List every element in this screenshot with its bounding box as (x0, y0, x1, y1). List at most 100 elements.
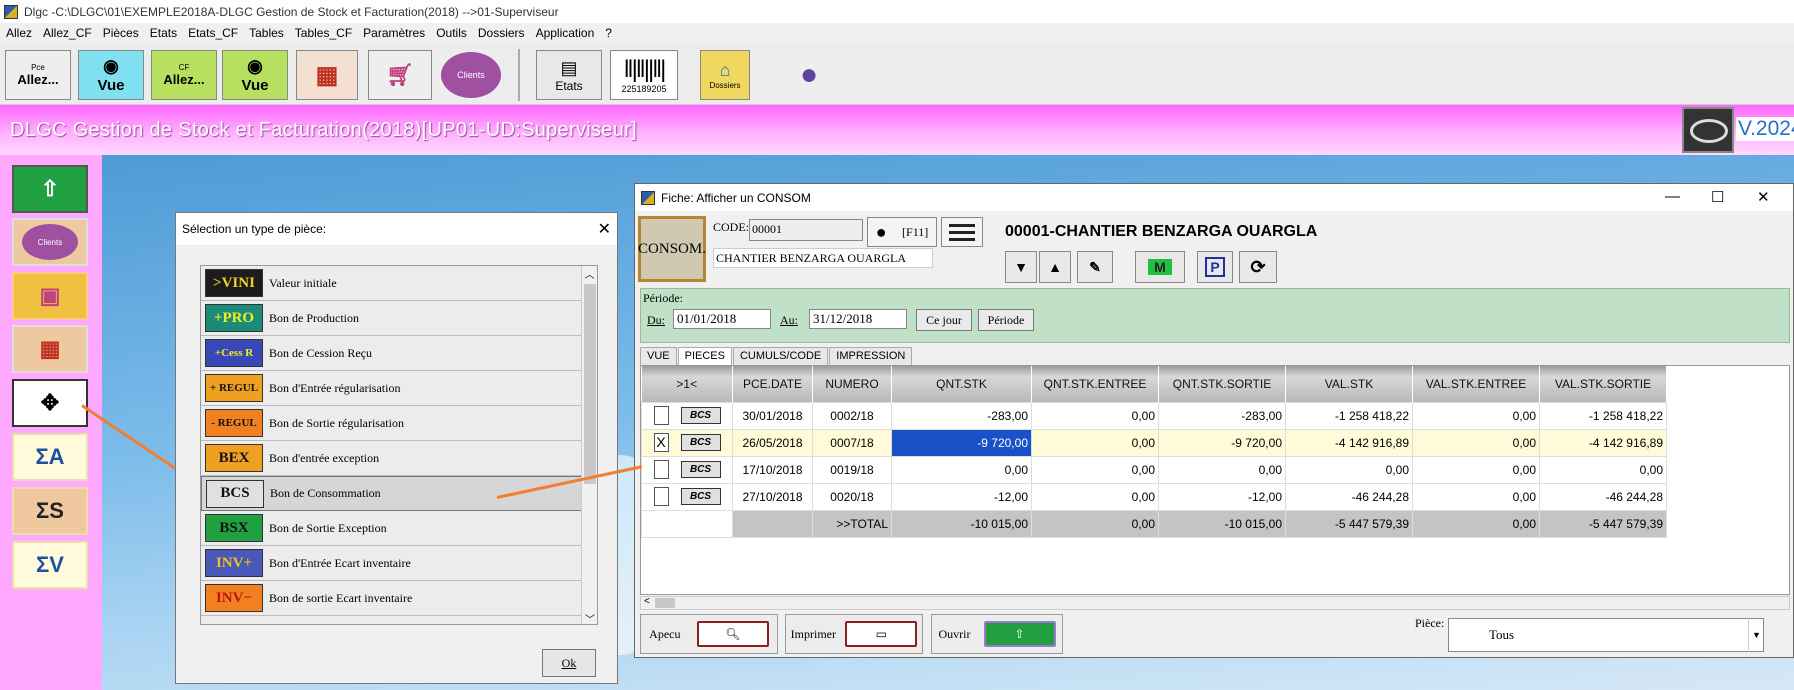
table-cell[interactable]: -12,00 (891, 482, 1032, 511)
clients-side-button[interactable]: Clients (12, 218, 88, 266)
table-cell[interactable]: -1 258 418,22 (1285, 401, 1413, 430)
vue-cf-button[interactable]: ◉ Vue (222, 50, 288, 100)
row-select-cell[interactable]: X BCS (641, 428, 733, 457)
ce-jour-button[interactable]: Ce jour (916, 309, 972, 331)
table-cell[interactable]: 0020/18 (812, 482, 892, 511)
edit-button[interactable]: ✎ (1077, 251, 1113, 283)
etats-button[interactable]: ▤ Etats (536, 50, 602, 100)
table-cell[interactable]: 0002/18 (812, 401, 892, 430)
apecu-button[interactable]: Apecu 🔍︎ (640, 614, 778, 654)
table-row[interactable]: X BCS 26/05/2018 0007/18 -9 720,00 0,00 -9 720… (641, 428, 1667, 457)
periode-button[interactable]: Période (978, 309, 1034, 331)
table-cell[interactable]: -4 142 916,89 (1285, 428, 1413, 457)
chevron-left-icon[interactable]: < (644, 596, 650, 607)
table-cell[interactable]: -283,00 (1158, 401, 1286, 430)
piece-type-item[interactable]: BCS Bon de Consommation (201, 476, 597, 511)
piece-type-list[interactable]: >VINI Valeur initiale +PRO Bon de Productio… (200, 265, 598, 625)
column-header[interactable]: QNT.STK.SORTIE (1158, 366, 1286, 402)
menu-allez[interactable]: Allez (6, 26, 32, 40)
row-checkbox[interactable]: X (653, 433, 669, 452)
m-button[interactable]: M (1135, 251, 1185, 283)
sigma-a-button[interactable]: ΣA (12, 433, 88, 481)
table-cell[interactable]: -9 720,00 (891, 428, 1032, 457)
tab-impression[interactable]: IMPRESSION (829, 347, 913, 365)
table-cell[interactable]: -9 720,00 (1158, 428, 1286, 457)
tab-pieces[interactable]: PIECES (677, 347, 732, 365)
table-cell[interactable]: 0,00 (1031, 401, 1159, 430)
table-cell[interactable]: -1 258 418,22 (1539, 401, 1667, 430)
menu-etats-cf[interactable]: Etats_CF (188, 26, 238, 40)
arrow-down-button[interactable]: ▼ (1005, 251, 1037, 283)
du-date-field[interactable]: 01/01/2018 (673, 309, 771, 329)
table-cell[interactable]: 0,00 (1539, 455, 1667, 484)
piece-type-item[interactable]: + REGUL Bon d'Entrée régularisation (201, 371, 597, 406)
column-header[interactable]: NUMERO (812, 366, 892, 402)
chevron-down-icon[interactable]: ﹀ (582, 611, 597, 624)
home-button[interactable]: ⇧ (12, 165, 88, 213)
menu-tables[interactable]: Tables (249, 26, 284, 40)
shelves-side-button[interactable]: ▦ (12, 325, 88, 373)
table-row[interactable]: BCS 17/10/2018 0019/18 0,00 0,00 0,00 0,00 0,00… (641, 455, 1667, 484)
close-icon[interactable]: ✕ (598, 219, 611, 239)
store-button[interactable]: 🛒︎ (368, 50, 432, 100)
table-cell[interactable]: 0,00 (1412, 455, 1540, 484)
column-header[interactable]: VAL.STK.SORTIE (1539, 366, 1667, 402)
barcode-button[interactable]: ‖|‖||‖| 225189205 (610, 50, 678, 100)
p-button[interactable]: P (1197, 251, 1233, 283)
table-cell[interactable]: -4 142 916,89 (1539, 428, 1667, 457)
tab-vue[interactable]: VUE (640, 347, 677, 365)
resize-side-button[interactable]: ✥ (12, 379, 88, 427)
table-cell[interactable]: 0,00 (1031, 455, 1159, 484)
row-checkbox[interactable] (653, 460, 669, 479)
table-row[interactable]: BCS 27/10/2018 0020/18 -12,00 0,00 -12,00 -46 … (641, 482, 1667, 511)
column-header[interactable]: QNT.STK (891, 366, 1032, 402)
scroll-thumb[interactable] (655, 598, 675, 608)
table-cell[interactable]: 0007/18 (812, 428, 892, 457)
table-cell[interactable]: 0,00 (1031, 482, 1159, 511)
piece-type-item[interactable]: INV+ Bon d'Entrée Ecart inventaire (201, 546, 597, 581)
menu-dossiers[interactable]: Dossiers (478, 26, 525, 40)
menu-application[interactable]: Application (536, 26, 595, 40)
bcs-icon[interactable]: BCS (680, 461, 721, 478)
table-cell[interactable]: -46 244,28 (1285, 482, 1413, 511)
column-header[interactable]: PCE.DATE (732, 366, 813, 402)
arrow-up-button[interactable]: ▲ (1039, 251, 1071, 283)
table-row[interactable]: BCS 30/01/2018 0002/18 -283,00 0,00 -283,00 -1… (641, 401, 1667, 430)
table-cell[interactable]: 0,00 (891, 455, 1032, 484)
table-cell[interactable]: 17/10/2018 (732, 455, 813, 484)
row-select-cell[interactable]: BCS (641, 482, 733, 511)
piece-select[interactable]: Tous (1448, 618, 1764, 652)
list-scrollbar[interactable]: ︿ ﹀ (581, 266, 597, 624)
column-header[interactable]: QNT.STK.ENTREE (1031, 366, 1159, 402)
dossiers-button[interactable]: ⌂ Dossiers (700, 50, 750, 100)
table-cell[interactable]: -283,00 (891, 401, 1032, 430)
grid-horizontal-scrollbar[interactable]: < (640, 596, 1790, 610)
sigma-s-button[interactable]: ΣS (12, 487, 88, 535)
doctor-button[interactable]: ● (778, 50, 840, 100)
menu-tables-cf[interactable]: Tables_CF (295, 26, 352, 40)
vue-button[interactable]: ◉ Vue (78, 50, 144, 100)
ouvrir-button[interactable]: Ouvrir ⇧ (931, 614, 1063, 654)
row-checkbox[interactable] (653, 487, 669, 506)
column-header[interactable]: VAL.STK (1285, 366, 1413, 402)
imprimer-button[interactable]: Imprimer ▭ (785, 614, 923, 654)
row-select-cell[interactable]: BCS (641, 401, 733, 430)
piece-type-item[interactable]: BSX Bon de Sortie Exception (201, 511, 597, 546)
menu-parametres[interactable]: Paramètres (363, 26, 425, 40)
piece-type-item[interactable]: +Cess R Bon de Cession Reçu (201, 336, 597, 371)
minimize-icon[interactable]: — (1665, 188, 1680, 205)
piece-type-item[interactable]: +PRO Bon de Production (201, 301, 597, 336)
table-cell[interactable]: 0019/18 (812, 455, 892, 484)
column-header[interactable]: VAL.STK.ENTREE (1412, 366, 1540, 402)
store-side-button[interactable]: ▣ (12, 272, 88, 320)
table-cell[interactable]: 0,00 (1158, 455, 1286, 484)
menu-allez-cf[interactable]: Allez_CF (43, 26, 92, 40)
row-select-cell[interactable]: BCS (641, 455, 733, 484)
close-icon[interactable]: ✕ (1757, 188, 1770, 206)
maximize-icon[interactable]: ☐ (1711, 188, 1724, 206)
table-cell[interactable]: 26/05/2018 (732, 428, 813, 457)
shelves-button[interactable]: ▦ (296, 50, 358, 100)
chevron-up-icon[interactable]: ︿ (582, 266, 597, 281)
scroll-thumb[interactable] (584, 284, 596, 484)
piece-type-item[interactable]: >VINI Valeur initiale (201, 266, 597, 301)
